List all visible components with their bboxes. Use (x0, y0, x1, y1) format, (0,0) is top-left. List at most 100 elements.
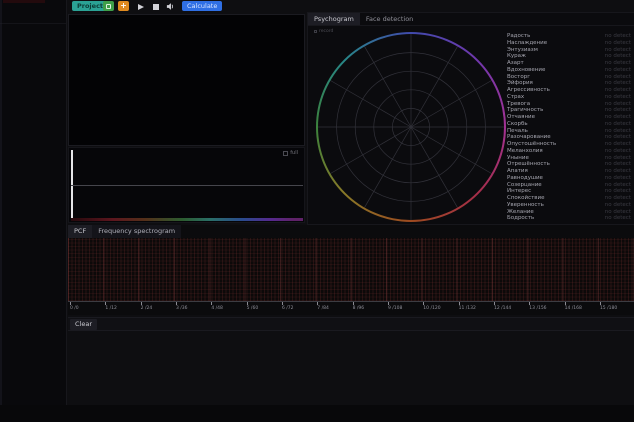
tick-mark (176, 302, 177, 305)
plus-icon: + (120, 1, 127, 11)
add-project-button[interactable] (103, 1, 114, 11)
tab-pcf[interactable]: PCF (68, 225, 92, 238)
emotion-name: Созерцание (507, 182, 542, 189)
emotion-value: no detect (605, 60, 631, 67)
right-tabs: Psychogram Face detection (308, 13, 634, 26)
emotion-value: no detect (605, 74, 631, 81)
full-toggle[interactable]: full (283, 150, 298, 156)
emotion-name: Желание (507, 209, 534, 216)
volume-button[interactable] (165, 2, 175, 11)
tick-label: 8 /96 (353, 306, 365, 311)
tick-label: 11 /132 (459, 306, 476, 311)
tick-mark (388, 302, 389, 305)
time-tick: 10 /120 (423, 302, 440, 311)
time-tick: 12 /144 (494, 302, 511, 311)
tick-mark (141, 302, 142, 305)
time-tick: 11 /132 (459, 302, 476, 311)
stop-button[interactable] (151, 2, 161, 11)
emotion-value: no detect (605, 141, 631, 148)
emotion-value: no detect (605, 101, 631, 108)
emotion-name: Интерес (507, 188, 531, 195)
emotion-value: no detect (605, 175, 631, 182)
waveform-color-scale (71, 218, 303, 221)
waveform-zero-line (71, 185, 303, 186)
emotion-row: Куражno detect (507, 53, 631, 60)
emotion-value: no detect (605, 182, 631, 189)
emotion-value: no detect (605, 94, 631, 101)
emotion-row: Спокойствиеno detect (507, 195, 631, 202)
emotion-row: Созерцание no detect (507, 182, 631, 189)
emotion-value: no detect (605, 202, 631, 209)
emotion-name: Агрессивность (507, 87, 550, 94)
emotion-value: no detect (605, 107, 631, 114)
tab-frequency-spectrogram[interactable]: Frequency spectrogram (92, 225, 181, 238)
emotion-value: no detect (605, 215, 631, 222)
play-button[interactable] (136, 2, 146, 11)
emotion-name: Наслаждение (507, 40, 547, 47)
emotion-name: Уныние (507, 155, 529, 162)
emotion-value: no detect (605, 148, 631, 155)
waveform-panel[interactable]: full (68, 147, 305, 223)
app-window: Projects + Calculate full (0, 0, 634, 422)
time-axis: 0 /01 /122 /243 /364 /485 /606 /727 /848… (68, 301, 634, 315)
tab-psychogram[interactable]: Psychogram (308, 13, 360, 25)
tab-face-detection[interactable]: Face detection (360, 13, 419, 25)
emotion-value: no detect (605, 161, 631, 168)
time-tick: 6 /72 (282, 302, 294, 311)
emotion-name: Эйфория (507, 80, 533, 87)
sidebar-header (0, 0, 66, 24)
emotion-row: Бодрость no detect (507, 215, 631, 222)
folder-icon (106, 4, 111, 9)
clear-button[interactable]: Clear (70, 319, 97, 330)
psychogram-panel: Psychogram Face detection record Радость… (307, 12, 634, 225)
emotion-name: Бодрость (507, 215, 534, 222)
tick-label: 4 /48 (211, 306, 223, 311)
emotion-row: Отчаяниеno detect (507, 114, 631, 121)
emotion-value: no detect (605, 67, 631, 74)
tick-mark (565, 302, 566, 305)
emotion-row: Опустошённость no detect (507, 141, 631, 148)
play-icon (138, 4, 144, 10)
emotion-value: no detect (605, 188, 631, 195)
emotion-value: no detect (605, 128, 631, 135)
emotion-row: Наслаждение no detect (507, 40, 631, 47)
time-tick: 5 /60 (247, 302, 259, 311)
psychogram-chart (316, 32, 506, 222)
tick-mark (494, 302, 495, 305)
emotion-value: no detect (605, 155, 631, 162)
stop-icon (153, 4, 159, 10)
tick-label: 6 /72 (282, 306, 294, 311)
tick-label: 1 /12 (105, 306, 117, 311)
emotion-name: Уверенность (507, 202, 544, 209)
import-button[interactable]: + (118, 1, 129, 11)
emotion-row: Уверенность no detect (507, 202, 631, 209)
emotion-value: no detect (605, 80, 631, 87)
emotion-row: Меланхолияno detect (507, 148, 631, 155)
emotion-row: Вдохновение no detect (507, 67, 631, 74)
full-label: full (290, 150, 298, 156)
emotion-row: Равнодушие no detect (507, 175, 631, 182)
window-edge-accent (0, 0, 2, 422)
time-tick: 9 /108 (388, 302, 402, 311)
tick-mark (247, 302, 248, 305)
emotion-name: Опустошённость (507, 141, 556, 148)
emotion-row: Апатияno detect (507, 168, 631, 175)
emotion-value: no detect (605, 40, 631, 47)
emotion-value: no detect (605, 114, 631, 121)
emotion-name: Вдохновение (507, 67, 545, 74)
full-checkbox[interactable] (283, 151, 288, 156)
emotion-row: Трагичностьno detect (507, 107, 631, 114)
time-tick: 13 /156 (529, 302, 546, 311)
emotion-list: Радостьno detectНаслаждениеno detectЭнту… (507, 33, 631, 222)
emotion-row: Желаниеno detect (507, 209, 631, 216)
emotion-row: Радостьno detect (507, 33, 631, 40)
tick-label: 10 /120 (423, 306, 440, 311)
tick-mark (105, 302, 106, 305)
status-strip (0, 405, 634, 422)
polar-grid-svg (316, 32, 506, 222)
tick-label: 0 /0 (70, 306, 79, 311)
calculate-button[interactable]: Calculate (182, 1, 222, 11)
emotion-name: Равнодушие (507, 175, 543, 182)
tick-mark (423, 302, 424, 305)
emotion-row: Уныние no detect (507, 155, 631, 162)
